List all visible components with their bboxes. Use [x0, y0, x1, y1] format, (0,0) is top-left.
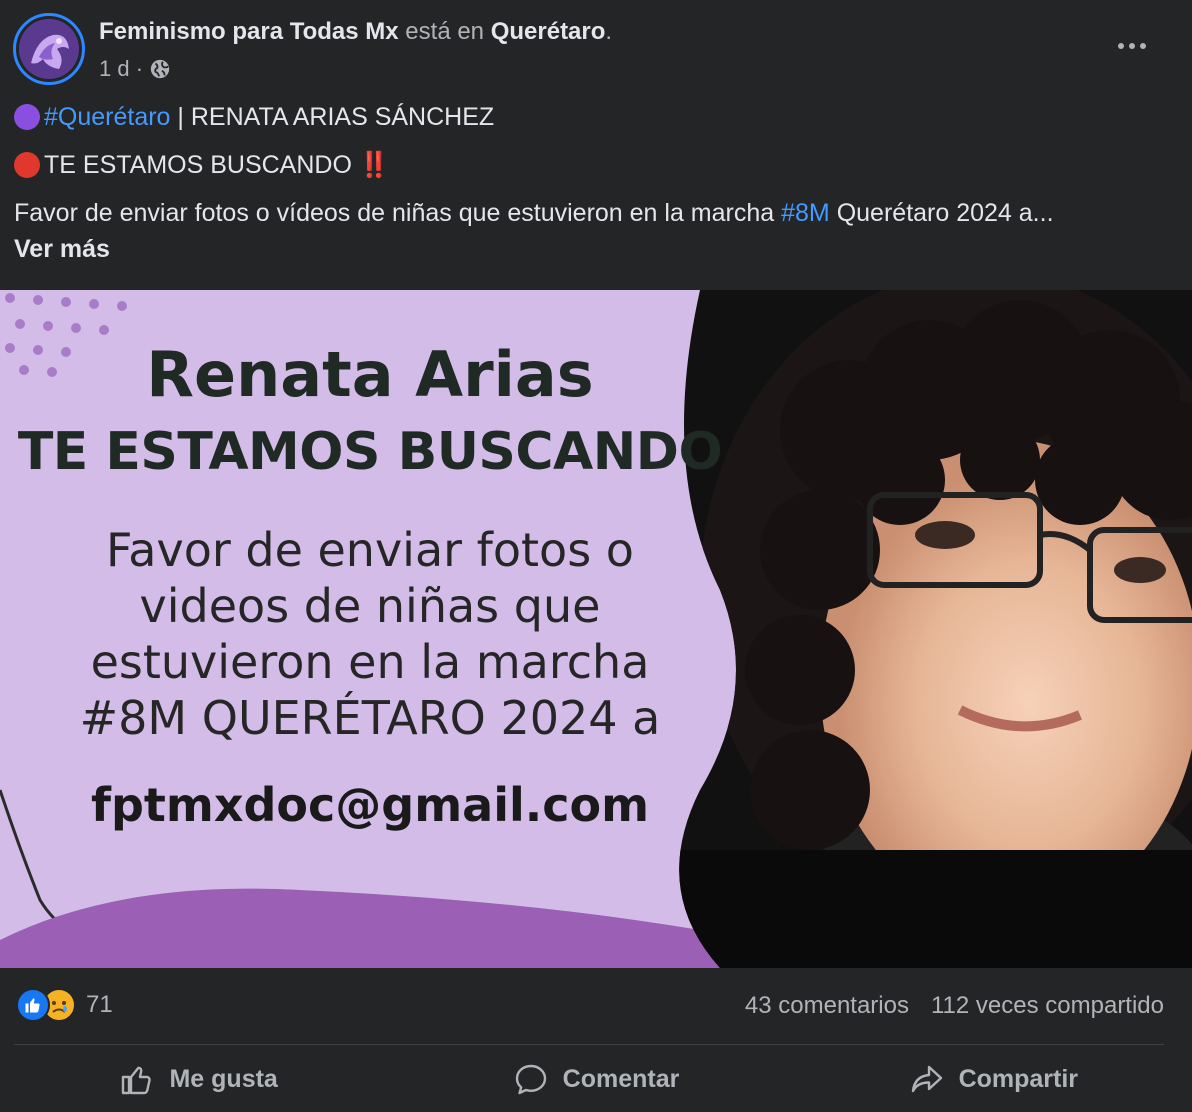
post-text: #Querétaro | RENATA ARIAS SÁNCHEZ TE EST…: [14, 100, 1178, 266]
post-line-2: TE ESTAMOS BUSCANDO ‼️: [14, 148, 1178, 182]
see-more-link[interactable]: Ver más: [14, 232, 110, 266]
post-time[interactable]: 1 d ·: [99, 56, 143, 82]
share-label: Compartir: [958, 1064, 1079, 1093]
share-button[interactable]: Compartir: [795, 1046, 1192, 1112]
red-circle-icon: [14, 152, 40, 178]
post-image[interactable]: Renata Arias TE ESTAMOS BUSCANDO Favor d…: [0, 290, 1192, 968]
post-line-3-before: Favor de enviar fotos o vídeos de niñas …: [14, 199, 782, 227]
reactions-summary[interactable]: 71: [16, 988, 113, 1022]
post-line-3-after: Querétaro 2024 a...: [829, 199, 1054, 227]
facebook-post: Feminismo para Todas Mx está en Querétar…: [0, 0, 1192, 1112]
image-para-line: Favor de enviar fotos o: [106, 523, 634, 577]
hashtag-queretaro[interactable]: #Querétaro: [44, 100, 170, 134]
shares-count[interactable]: 112 veces compartido: [931, 992, 1164, 1020]
more-dot: [1140, 43, 1146, 49]
comment-button[interactable]: Comentar: [397, 1046, 794, 1112]
more-horizontal-icon: [1118, 43, 1124, 49]
image-para-line: #8M QUERÉTARO 2024 a: [79, 691, 661, 745]
like-button[interactable]: Me gusta: [0, 1046, 397, 1112]
actions-divider: [14, 1044, 1164, 1045]
page-name-link[interactable]: Feminismo para Todas Mx: [99, 18, 399, 45]
avatar-image: [19, 19, 79, 79]
reaction-count: 71: [86, 991, 113, 1018]
share-arrow-icon: [911, 1065, 942, 1093]
post-line-2-text: TE ESTAMOS BUSCANDO: [44, 151, 359, 179]
post-actions: Me gusta Comentar Compartir: [0, 1046, 1192, 1112]
location-prefix: está en: [405, 18, 485, 45]
page-avatar[interactable]: [13, 13, 85, 85]
image-paragraph: Favor de enviar fotos o videos de niñas …: [0, 522, 740, 746]
purple-circle-icon: [14, 104, 40, 130]
image-title: Renata Arias: [146, 338, 594, 411]
post-meta: 1 d ·: [99, 56, 171, 82]
like-reaction-icon: [16, 988, 50, 1022]
more-dot: [1129, 43, 1135, 49]
comments-count[interactable]: 43 comentarios: [745, 992, 909, 1020]
more-options-button[interactable]: [1106, 26, 1158, 66]
double-exclamation-icon: ‼️: [358, 151, 390, 179]
comment-label: Comentar: [562, 1064, 680, 1093]
like-label: Me gusta: [169, 1064, 278, 1093]
comment-bubble-icon: [515, 1064, 546, 1095]
post-stats: 71 43 comentarios 112 veces compartido: [0, 968, 1192, 1044]
image-para-line: estuvieron en la marcha: [90, 635, 650, 689]
location-link[interactable]: Querétaro: [491, 18, 606, 45]
image-subtitle: TE ESTAMOS BUSCANDO: [17, 422, 723, 482]
image-email: fptmxdoc@gmail.com: [90, 778, 650, 832]
post-line-3: Favor de enviar fotos o vídeos de niñas …: [14, 196, 1178, 230]
post-header: Feminismo para Todas Mx está en Querétar…: [0, 0, 1192, 96]
engagement-counts: 43 comentarios 112 veces compartido: [745, 992, 1164, 1020]
globe-icon[interactable]: [149, 58, 171, 80]
page-name-line: Feminismo para Todas Mx está en Querétar…: [99, 18, 612, 46]
location-suffix: .: [605, 18, 613, 45]
hashtag-8m[interactable]: #8M: [781, 196, 830, 230]
post-line-1: #Querétaro | RENATA ARIAS SÁNCHEZ: [14, 100, 1178, 134]
image-para-line: videos de niñas que: [139, 579, 601, 633]
thumbs-up-icon: [122, 1066, 152, 1095]
post-line-1-text: | RENATA ARIAS SÁNCHEZ: [170, 103, 495, 131]
avatar-illustration-icon: [19, 19, 79, 79]
